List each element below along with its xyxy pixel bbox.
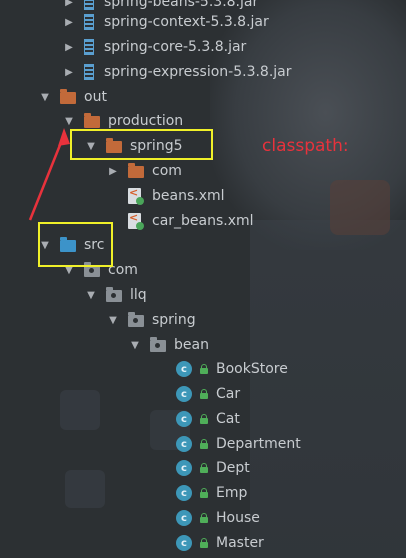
tree-item-spring[interactable]: ▼ spring	[106, 308, 196, 332]
tree-item-class-emp[interactable]: c Emp	[176, 481, 247, 505]
tree-item-llq[interactable]: ▼ llq	[84, 283, 147, 307]
tree-item-label: spring	[152, 312, 196, 328]
triangle-right-icon[interactable]: ▶	[62, 0, 76, 9]
tree-item-label: spring-expression-5.3.8.jar	[104, 64, 292, 80]
lock-icon	[200, 463, 208, 473]
tree-item-class-master[interactable]: c Master	[176, 531, 264, 555]
jar-icon	[84, 39, 94, 55]
annotation-note: classpath:	[262, 136, 349, 156]
class-c-icon: c	[176, 485, 192, 501]
highlight-box-spring5	[70, 129, 213, 160]
lock-icon	[200, 439, 208, 449]
class-c-icon: c	[176, 411, 192, 427]
lock-icon	[200, 414, 208, 424]
tree-item-class-car[interactable]: c Car	[176, 382, 240, 406]
tree-item-label: llq	[130, 287, 147, 303]
class-c-icon: c	[176, 535, 192, 551]
lock-icon	[200, 538, 208, 548]
tree-item-label: Master	[216, 535, 264, 551]
package-icon	[106, 287, 122, 302]
tree-item-label: Car	[216, 386, 241, 402]
tree-item-spring-context-jar[interactable]: ▶ spring-context-5.3.8.jar	[62, 10, 269, 34]
tree-item-car-beans-xml[interactable]: car_beans.xml	[128, 209, 254, 233]
jar-icon	[84, 0, 94, 10]
tree-item-label: BookStore	[216, 361, 288, 377]
triangle-right-icon[interactable]: ▶	[62, 40, 76, 54]
package-icon	[150, 337, 166, 352]
lock-icon	[200, 488, 208, 498]
tree-item-class-cat[interactable]: c Cat	[176, 407, 240, 431]
folder-icon	[84, 113, 100, 128]
tree-item-label: beans.xml	[152, 188, 225, 204]
triangle-down-icon[interactable]: ▼	[106, 313, 120, 327]
jar-icon	[84, 64, 94, 80]
highlight-box-src	[38, 222, 113, 267]
lock-icon	[200, 389, 208, 399]
class-c-icon: c	[176, 361, 192, 377]
triangle-down-icon[interactable]: ▼	[38, 90, 52, 104]
tree-item-label: Cat	[216, 411, 240, 427]
xml-file-icon	[128, 211, 144, 230]
tree-item-label: production	[108, 113, 184, 129]
tree-item-label: spring-core-5.3.8.jar	[104, 39, 247, 55]
jar-icon	[84, 14, 94, 30]
tree-item-label: spring-beans-5.3.8.jar	[104, 0, 259, 10]
tree-item-class-bookstore[interactable]: c BookStore	[176, 357, 288, 381]
tree-item-label: car_beans.xml	[152, 213, 254, 229]
tree-item-class-dept[interactable]: c Dept	[176, 456, 250, 480]
class-c-icon: c	[176, 386, 192, 402]
tree-item-beans-xml[interactable]: beans.xml	[128, 184, 225, 208]
tree-item-class-house[interactable]: c House	[176, 506, 260, 530]
tree-item-com-out[interactable]: ▶ com	[106, 159, 182, 183]
tree-item-label: Dept	[216, 460, 250, 476]
tree-item-label: com	[152, 163, 182, 179]
tree-item-label: spring-context-5.3.8.jar	[104, 14, 269, 30]
triangle-right-icon[interactable]: ▶	[62, 65, 76, 79]
class-c-icon: c	[176, 510, 192, 526]
triangle-right-icon[interactable]: ▶	[62, 15, 76, 29]
xml-file-icon	[128, 186, 144, 205]
class-c-icon: c	[176, 460, 192, 476]
tree-item-label: out	[84, 89, 107, 105]
triangle-down-icon[interactable]: ▼	[128, 338, 142, 352]
tree-item-label: House	[216, 510, 260, 526]
tree-item-bean[interactable]: ▼ bean	[128, 333, 209, 357]
triangle-right-icon[interactable]: ▶	[106, 164, 120, 178]
tree-item-out[interactable]: ▼ out	[38, 85, 107, 109]
tree-item-spring-expression-jar[interactable]: ▶ spring-expression-5.3.8.jar	[62, 60, 292, 84]
tree-item-label: bean	[174, 337, 209, 353]
tree-item-class-department[interactable]: c Department	[176, 432, 301, 456]
tree-item-spring-core-jar[interactable]: ▶ spring-core-5.3.8.jar	[62, 35, 246, 59]
folder-icon	[128, 163, 144, 178]
class-c-icon: c	[176, 436, 192, 452]
triangle-down-icon[interactable]: ▼	[62, 114, 76, 128]
triangle-down-icon[interactable]: ▼	[84, 288, 98, 302]
tree-item-label: Department	[216, 436, 301, 452]
project-tree: ▶ spring-beans-5.3.8.jar ▶ spring-contex…	[0, 0, 406, 558]
folder-icon	[60, 89, 76, 104]
tree-item-label: Emp	[216, 485, 248, 501]
lock-icon	[200, 513, 208, 523]
package-icon	[128, 312, 144, 327]
lock-icon	[200, 364, 208, 374]
